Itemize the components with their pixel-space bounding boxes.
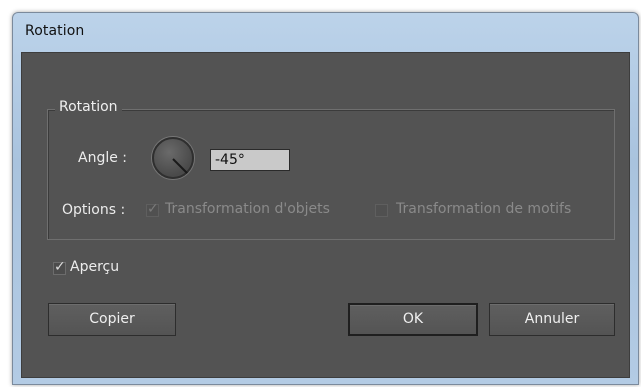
angle-label: Angle : bbox=[78, 150, 128, 166]
preview-checkbox[interactable] bbox=[53, 259, 66, 275]
transform-objects-checkbox[interactable] bbox=[146, 201, 159, 217]
preview-label: Aperçu bbox=[70, 259, 120, 275]
copy-button[interactable]: Copier bbox=[48, 303, 176, 336]
cancel-button[interactable]: Annuler bbox=[489, 303, 615, 336]
transform-patterns-checkbox[interactable] bbox=[375, 204, 388, 217]
angle-dial-needle-icon bbox=[172, 158, 188, 174]
rotation-dialog: Rotation Rotation Angle : Options : Tran… bbox=[12, 12, 639, 385]
angle-dial[interactable] bbox=[152, 137, 194, 179]
angle-input[interactable] bbox=[210, 149, 290, 171]
dialog-body: Rotation Angle : Options : Transformatio… bbox=[21, 52, 630, 378]
rotation-group-legend: Rotation bbox=[55, 99, 122, 115]
ok-button[interactable]: OK bbox=[348, 303, 478, 336]
options-label: Options : bbox=[62, 202, 126, 218]
title-bar[interactable]: Rotation bbox=[13, 13, 638, 51]
transform-objects-label: Transformation d'objets bbox=[165, 201, 330, 217]
rotation-group-box bbox=[47, 109, 615, 240]
window-title: Rotation bbox=[25, 23, 85, 39]
transform-patterns-label: Transformation de motifs bbox=[396, 201, 572, 217]
